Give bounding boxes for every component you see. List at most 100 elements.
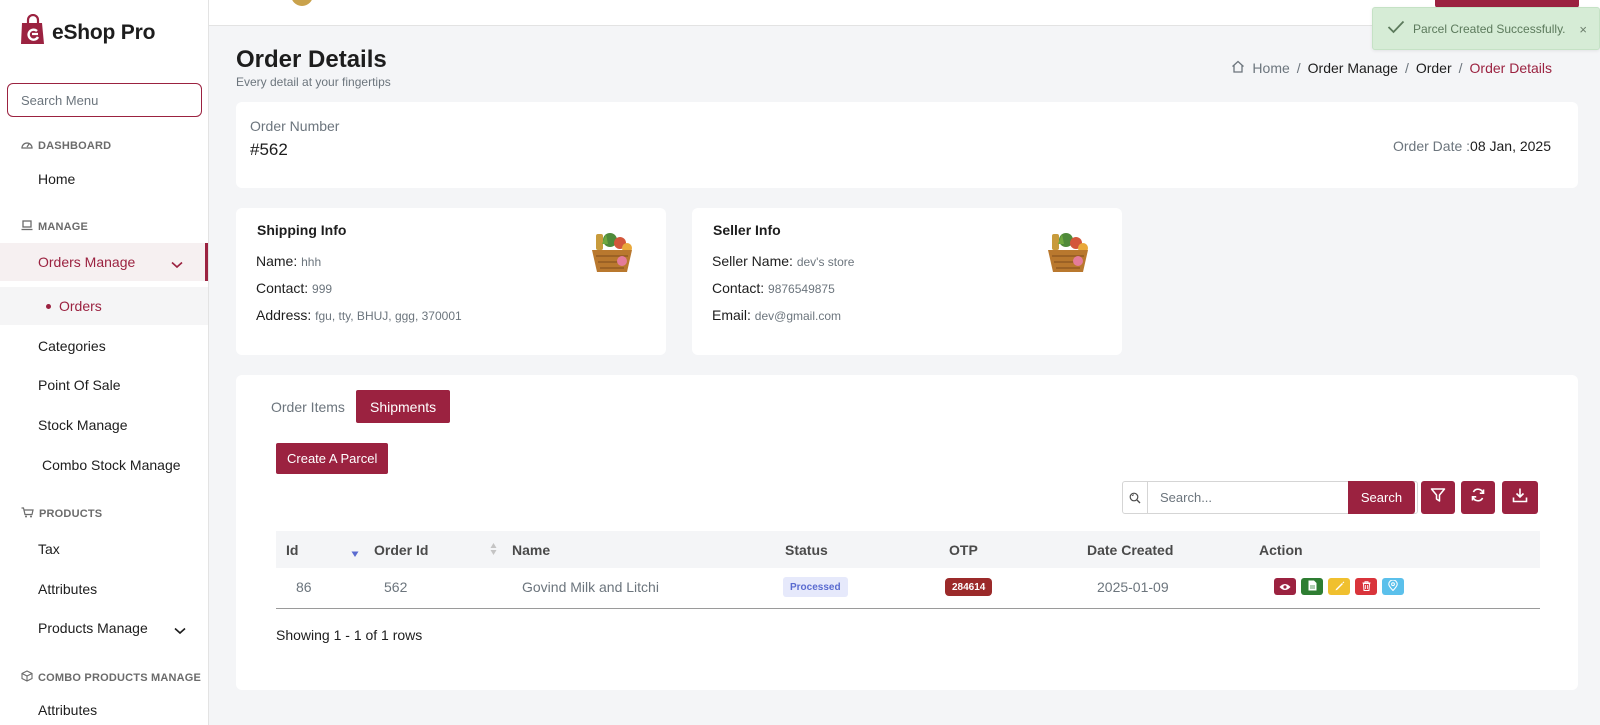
cell-order-id: 562 — [384, 579, 408, 595]
section-combo-label: COMBO PRODUCTS MANAGE — [38, 671, 202, 684]
sidebar-item-combo-attributes[interactable]: Attributes — [0, 691, 208, 725]
cell-name: Govind Milk and Litchi — [522, 579, 659, 595]
section-combo-products: COMBO PRODUCTS MANAGE — [21, 670, 201, 685]
eye-icon — [1279, 578, 1291, 596]
shipments-card: Order Items Shipments Create A Parcel Se… — [236, 375, 1578, 690]
column-header-order-id[interactable]: Order Id — [374, 542, 428, 558]
tab-order-items[interactable]: Order Items — [257, 390, 359, 423]
sidebar-item-label: Orders Manage — [38, 254, 136, 270]
download-button[interactable] — [1502, 481, 1538, 514]
column-header-status: Status — [785, 542, 828, 558]
seller-email-label: Email: — [712, 307, 751, 323]
shipping-info-title: Shipping Info — [257, 222, 347, 238]
delete-button[interactable] — [1355, 578, 1377, 595]
seller-contact-value: 9876549875 — [768, 282, 835, 296]
sidebar-item-label: Attributes — [38, 702, 98, 718]
table-header: Id Order Id Name Status OTP Date Created… — [276, 531, 1540, 568]
refresh-icon — [1470, 487, 1486, 508]
trash-icon — [1362, 578, 1371, 596]
sidebar-item-attributes[interactable]: Attributes — [0, 570, 208, 608]
page-subtitle: Every detail at your fingertips — [236, 75, 391, 89]
breadcrumb-order[interactable]: Order — [1416, 60, 1452, 76]
search-menu-input[interactable] — [7, 83, 202, 117]
brand-name: eShop Pro — [52, 20, 156, 44]
search-button[interactable]: Search — [1348, 481, 1415, 514]
shipping-info-card: Shipping Info Name: hhh Contact: 999 Add… — [236, 208, 666, 355]
sidebar-item-combo-stock-manage[interactable]: Combo Stock Manage — [0, 446, 208, 484]
seller-email: Email: dev@gmail.com — [712, 307, 841, 323]
document-icon — [1308, 578, 1317, 596]
grocery-basket-icon — [1044, 228, 1092, 279]
sort-icon[interactable] — [490, 542, 497, 561]
seller-contact: Contact: 9876549875 — [712, 280, 835, 296]
column-header-id[interactable]: Id — [286, 542, 298, 558]
section-dashboard: DASHBOARD — [21, 139, 111, 152]
section-products: PRODUCTS — [21, 507, 102, 521]
breadcrumb-separator: / — [1404, 60, 1409, 76]
sidebar-item-label: Home — [38, 171, 76, 187]
box-icon — [21, 670, 33, 685]
sidebar-item-products-manage[interactable]: Products Manage — [0, 609, 208, 647]
create-parcel-button[interactable]: Create A Parcel — [276, 443, 389, 474]
section-manage: MANAGE — [21, 220, 88, 234]
order-number-label: Order Number — [250, 118, 340, 134]
order-date-value: 08 Jan, 2025 — [1470, 138, 1551, 154]
filter-icon — [1430, 487, 1446, 508]
sidebar-item-orders[interactable]: Orders — [0, 287, 208, 325]
download-icon — [1512, 487, 1528, 508]
order-number: #562 — [250, 140, 288, 159]
order-summary-card: Order Number #562 Order Date :08 Jan, 20… — [236, 102, 1578, 188]
sidebar-item-categories[interactable]: Categories — [0, 327, 208, 365]
invoice-button[interactable] — [1301, 578, 1323, 595]
grocery-basket-icon — [588, 228, 636, 279]
shipping-contact-value: 999 — [312, 282, 333, 296]
sidebar: eShop Pro DASHBOARD Home MANAGE Orders M… — [0, 0, 209, 725]
cell-id: 86 — [296, 579, 312, 595]
sidebar-item-point-of-sale[interactable]: Point Of Sale — [0, 366, 208, 404]
sidebar-item-home[interactable]: Home — [0, 160, 208, 198]
column-header-action: Action — [1259, 542, 1303, 558]
filter-button[interactable] — [1421, 481, 1455, 514]
shopping-bag-logo-icon — [20, 13, 46, 51]
edit-button[interactable] — [1328, 578, 1350, 595]
sort-desc-icon[interactable] — [351, 545, 359, 563]
sidebar-item-label: Categories — [38, 338, 106, 354]
cell-date-created: 2025-01-09 — [1097, 579, 1169, 595]
otp-badge: 284614 — [945, 578, 993, 596]
brand[interactable]: eShop Pro — [20, 13, 156, 51]
order-date-label: Order Date : — [1393, 138, 1471, 154]
column-header-otp: OTP — [949, 542, 978, 558]
breadcrumb-current: Order Details — [1469, 60, 1552, 76]
seller-info-title: Seller Info — [713, 222, 781, 238]
refresh-button[interactable] — [1461, 481, 1495, 514]
breadcrumb-home[interactable]: Home — [1252, 60, 1289, 76]
sidebar-item-orders-manage[interactable]: Orders Manage — [0, 243, 208, 281]
table-search-input[interactable] — [1149, 482, 1347, 513]
chevron-down-icon — [171, 256, 183, 272]
breadcrumb-separator: / — [1296, 60, 1301, 76]
seller-name-label: Seller Name: — [712, 253, 793, 269]
seller-contact-label: Contact: — [712, 280, 765, 296]
tab-shipments[interactable]: Shipments — [356, 390, 451, 423]
status-badge: Processed — [783, 577, 848, 597]
seller-name: Seller Name: dev's store — [712, 253, 854, 269]
shipping-name-label: Name: — [256, 253, 298, 269]
shipping-name-value: hhh — [301, 255, 322, 269]
shipping-contact: Contact: 999 — [256, 280, 332, 296]
page-title: Order Details — [236, 46, 387, 73]
avatar[interactable] — [291, 0, 313, 6]
sidebar-item-stock-manage[interactable]: Stock Manage — [0, 406, 208, 444]
breadcrumb: Home / Order Manage / Order / Order Deta… — [1231, 60, 1552, 76]
table-row: 86 562 Govind Milk and Litchi Processed … — [276, 568, 1540, 609]
view-button[interactable] — [1274, 578, 1296, 595]
table-pagination-info: Showing 1 - 1 of 1 rows — [276, 627, 423, 643]
breadcrumb-order-manage[interactable]: Order Manage — [1308, 60, 1398, 76]
close-icon[interactable]: × — [1579, 22, 1587, 37]
section-manage-label: MANAGE — [38, 221, 89, 233]
track-button[interactable] — [1382, 578, 1404, 595]
sidebar-item-tax[interactable]: Tax — [0, 530, 208, 568]
home-icon — [1231, 60, 1245, 76]
shipping-address-label: Address: — [256, 307, 312, 323]
sidebar-item-label: Products Manage — [38, 620, 148, 636]
sidebar-item-label: Orders — [59, 298, 102, 314]
